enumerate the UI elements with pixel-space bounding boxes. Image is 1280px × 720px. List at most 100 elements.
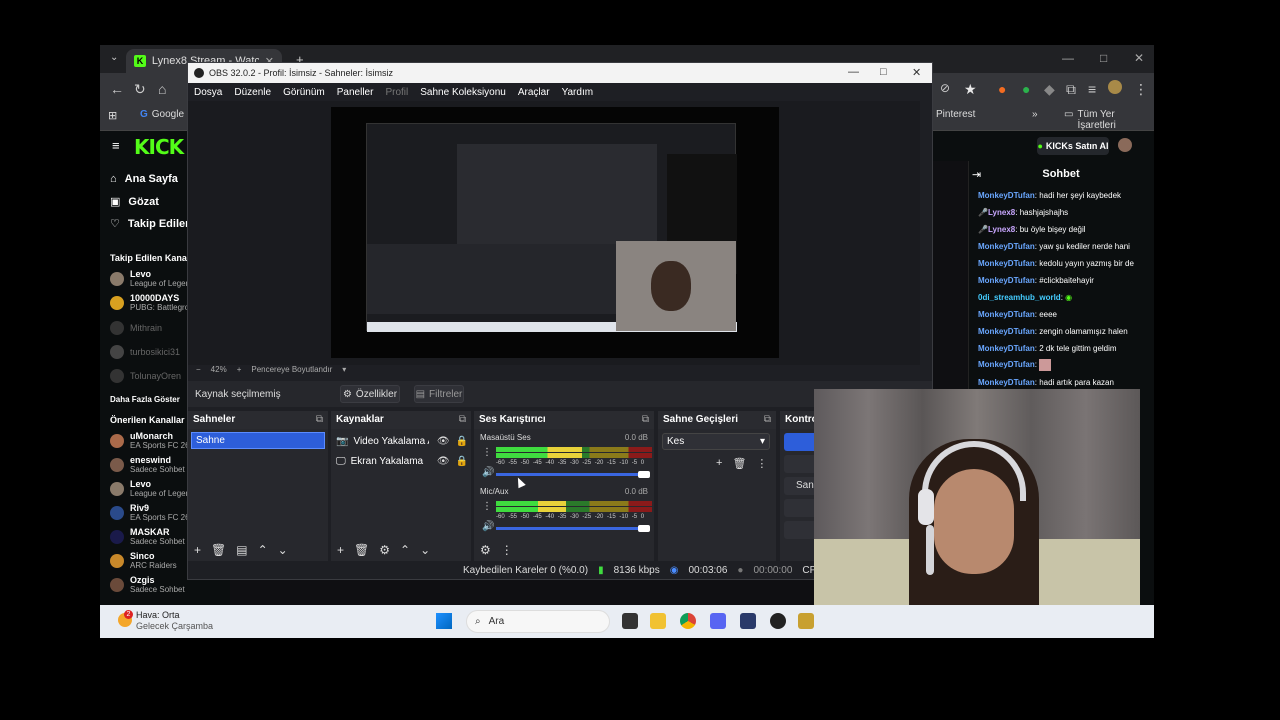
maximize-button[interactable]: □	[1100, 51, 1107, 65]
windows-start-icon[interactable]	[436, 613, 452, 629]
chat-user[interactable]: MonkeyDTufan	[978, 327, 1035, 336]
channel-item[interactable]: Levo League of Legend	[110, 269, 195, 288]
filters-button[interactable]: ▤ Filtreler	[414, 385, 464, 403]
chat-user[interactable]: 0di_streamhub_world	[978, 293, 1061, 302]
menu-item[interactable]: Profil	[385, 87, 408, 98]
chevron-down-icon[interactable]: ▾	[342, 365, 346, 374]
star-icon[interactable]: ★	[964, 81, 977, 98]
add-icon[interactable]: +	[337, 543, 344, 557]
channel-item[interactable]: Levo League of Legend	[110, 479, 195, 498]
channel-item[interactable]: TolunayOren	[110, 369, 181, 383]
home-icon[interactable]: ⌂	[158, 81, 166, 97]
add-icon[interactable]: +	[194, 543, 201, 557]
tab-list-icon[interactable]: ⌄	[110, 52, 118, 63]
task-view-icon[interactable]	[622, 613, 638, 629]
chat-user[interactable]: MonkeyDTufan	[978, 259, 1035, 268]
chat-user[interactable]: MonkeyDTufan	[978, 310, 1035, 319]
chat-user[interactable]: MonkeyDTufan	[978, 360, 1035, 369]
avatar[interactable]	[1108, 80, 1122, 94]
undock-icon[interactable]: ⧉	[764, 411, 771, 429]
profile-avatar[interactable]	[1118, 138, 1132, 152]
weather-widget[interactable]: Hava: Orta Gelecek Çarşamba	[136, 610, 213, 632]
add-icon[interactable]: +	[716, 457, 722, 470]
queue-icon[interactable]: ≡	[1088, 81, 1096, 97]
nav-browse[interactable]: ▣ Gözat	[110, 195, 159, 209]
app-icon[interactable]	[798, 613, 814, 629]
channel-item[interactable]: uMonarch EA Sports FC 26	[110, 431, 190, 450]
channel-item[interactable]: turbosikici31	[110, 345, 180, 359]
taskbar-search[interactable]: ⌕ Ara	[466, 610, 610, 633]
puzzle-icon[interactable]: ⧉	[1066, 81, 1076, 98]
menu-item[interactable]: Araçlar	[518, 87, 550, 98]
menu-item[interactable]: Görünüm	[283, 87, 325, 98]
down-icon[interactable]: ⌄	[278, 543, 288, 557]
source-item[interactable]: 🖵 Ekran Yakalama 👁 🔒	[336, 452, 468, 470]
extension-icon[interactable]: ●	[1022, 81, 1030, 97]
extension-icon[interactable]: ●	[998, 81, 1006, 97]
gear-icon[interactable]: ⚙	[379, 543, 390, 557]
channel-item[interactable]: 10000DAYS PUBG: Battlegrou	[110, 293, 194, 312]
obs-close-button[interactable]: ✕	[912, 66, 921, 79]
advanced-audio-icon[interactable]: ⚙	[480, 543, 491, 557]
transition-select[interactable]: Kes ▾	[662, 433, 770, 450]
close-window-button[interactable]: ✕	[1134, 51, 1144, 65]
hamburger-icon[interactable]: ≡	[112, 138, 120, 153]
menu-icon[interactable]: ⋮	[1134, 81, 1148, 98]
menu-item[interactable]: Dosya	[194, 87, 222, 98]
discord-icon[interactable]	[710, 613, 726, 629]
preview-canvas[interactable]	[331, 107, 779, 358]
chrome-icon[interactable]	[680, 613, 696, 629]
mixer-options-icon[interactable]: ⋮	[501, 543, 513, 557]
undock-icon[interactable]: ⧉	[459, 411, 466, 429]
nav-home[interactable]: ⌂ Ana Sayfa	[110, 173, 178, 185]
apps-icon[interactable]: ⊞	[108, 109, 117, 122]
scene-item[interactable]: Sahne	[191, 432, 325, 449]
chat-user[interactable]: MonkeyDTufan	[978, 191, 1035, 200]
show-more-link[interactable]: Daha Fazla Göster	[110, 395, 180, 404]
menu-item[interactable]: Düzenle	[234, 87, 271, 98]
obs-icon[interactable]	[770, 613, 786, 629]
properties-button[interactable]: ⚙ Özellikler	[340, 385, 400, 403]
eye-icon[interactable]: 👁	[437, 456, 450, 467]
chat-user[interactable]: MonkeyDTufan	[978, 276, 1035, 285]
chat-user[interactable]: Lynex8	[988, 208, 1015, 217]
lock-icon[interactable]: 🔒	[456, 456, 468, 467]
more-bookmarks-icon[interactable]: »	[1032, 109, 1038, 120]
eye-icon[interactable]: 👁	[437, 436, 450, 447]
undock-icon[interactable]: ⧉	[642, 411, 649, 429]
channel-item[interactable]: MASKAR Sadece Sohbet	[110, 527, 185, 546]
channel-item[interactable]: Mithrain	[110, 321, 162, 335]
chat-user[interactable]: MonkeyDTufan	[978, 344, 1035, 353]
obs-minimize-button[interactable]: —	[848, 66, 859, 78]
eye-off-icon[interactable]: ⊘	[940, 81, 950, 95]
volume-slider[interactable]	[496, 471, 650, 478]
trash-icon[interactable]: 🗑	[354, 543, 369, 557]
obs-maximize-button[interactable]: □	[880, 66, 887, 78]
fit-window-label[interactable]: Pencereye Boyutlandır	[251, 365, 332, 374]
channel-item[interactable]: Ozgis Sadece Sohbet	[110, 575, 185, 594]
slider-knob[interactable]	[638, 525, 650, 532]
chat-user[interactable]: MonkeyDTufan	[978, 378, 1035, 387]
minimize-button[interactable]: —	[1062, 51, 1074, 65]
lock-icon[interactable]: 🔒	[456, 436, 468, 447]
bookmark-pinterest[interactable]: Pinterest	[936, 109, 975, 120]
undock-icon[interactable]: ⧉	[316, 411, 323, 429]
volume-slider[interactable]	[496, 525, 650, 532]
filter-icon[interactable]: ▤	[236, 543, 247, 557]
app-icon[interactable]	[740, 613, 756, 629]
trash-icon[interactable]: 🗑	[211, 543, 226, 557]
bookmark-google[interactable]: G Google	[140, 109, 184, 120]
kicks-buy-button[interactable]: ● KICKs Satın Al	[1037, 137, 1109, 155]
mixer-menu-icon[interactable]: ⋮	[482, 447, 492, 458]
reload-icon[interactable]: ↻	[134, 81, 146, 98]
all-bookmarks[interactable]: ▭ Tüm Yer İşaretleri	[1064, 109, 1154, 131]
channel-item[interactable]: eneswind Sadece Sohbet	[110, 455, 185, 474]
up-icon[interactable]: ⌃	[258, 543, 268, 557]
slider-knob[interactable]	[638, 471, 650, 478]
back-icon[interactable]: ←	[110, 81, 124, 97]
mixer-menu-icon[interactable]: ⋮	[482, 501, 492, 512]
channel-item[interactable]: Riv9 EA Sports FC 26	[110, 503, 190, 522]
chat-user[interactable]: Lynex8	[988, 225, 1015, 234]
file-explorer-icon[interactable]	[650, 613, 666, 629]
obs-preview[interactable]	[188, 101, 920, 365]
